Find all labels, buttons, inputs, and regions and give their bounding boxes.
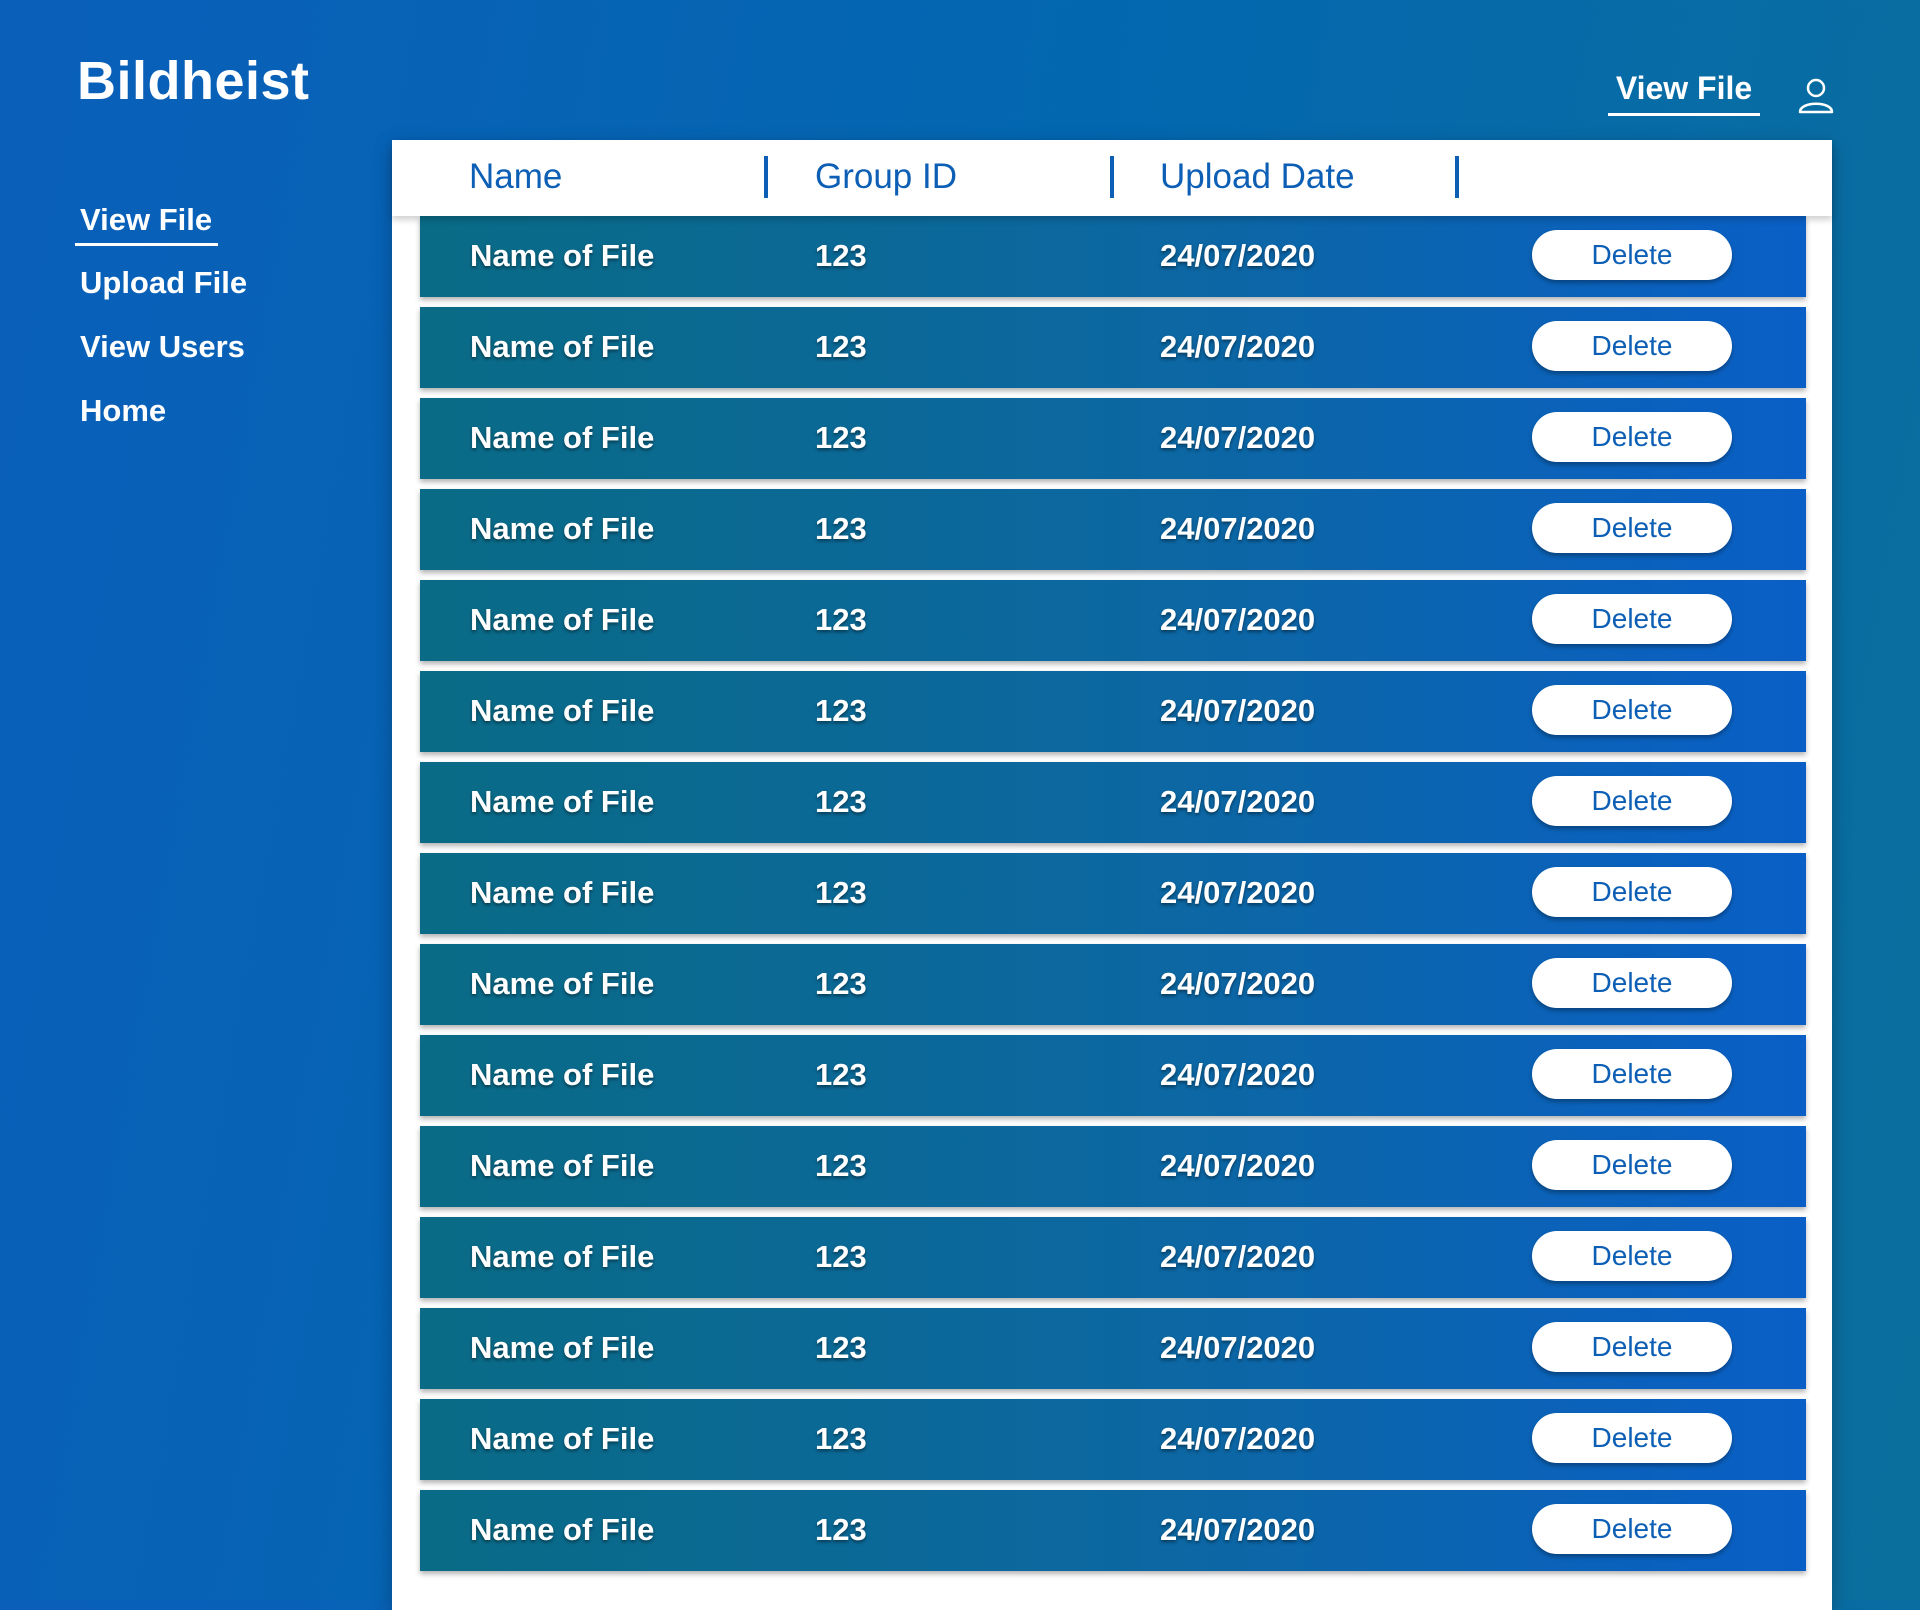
file-name-cell: Name of File: [470, 875, 655, 910]
column-divider: [764, 156, 768, 198]
file-name-cell: Name of File: [470, 1239, 655, 1274]
file-name-cell: Name of File: [470, 329, 655, 364]
group-id-cell: 123: [815, 329, 867, 364]
delete-button[interactable]: Delete: [1532, 1413, 1732, 1463]
column-divider: [1110, 156, 1114, 198]
group-id-cell: 123: [815, 420, 867, 455]
group-id-cell: 123: [815, 1421, 867, 1456]
upload-date-cell: 24/07/2020: [1160, 1057, 1316, 1092]
upload-date-cell: 24/07/2020: [1160, 511, 1316, 546]
file-name-cell: Name of File: [470, 784, 655, 819]
table-row: Name of File 123 24/07/2020 Delete: [420, 853, 1806, 934]
file-name-cell: Name of File: [470, 966, 655, 1001]
group-id-cell: 123: [815, 1330, 867, 1365]
user-icon[interactable]: [1797, 76, 1835, 114]
file-name-cell: Name of File: [470, 602, 655, 637]
group-id-cell: 123: [815, 1512, 867, 1547]
table-row: Name of File 123 24/07/2020 Delete: [420, 398, 1806, 479]
files-table: Name Group ID Upload Date Name of File 12…: [392, 140, 1832, 1610]
table-row: Name of File 123 24/07/2020 Delete: [420, 762, 1806, 843]
upload-date-cell: 24/07/2020: [1160, 1421, 1316, 1456]
upload-date-cell: 24/07/2020: [1160, 1148, 1316, 1183]
group-id-cell: 123: [815, 1057, 867, 1092]
table-row: Name of File 123 24/07/2020 Delete: [420, 944, 1806, 1025]
table-row: Name of File 123 24/07/2020 Delete: [420, 489, 1806, 570]
file-name-cell: Name of File: [470, 1057, 655, 1092]
upload-date-cell: 24/07/2020: [1160, 1512, 1316, 1547]
delete-button[interactable]: Delete: [1532, 503, 1732, 553]
file-name-cell: Name of File: [470, 1512, 655, 1547]
group-id-cell: 123: [815, 966, 867, 1001]
sidebar-nav: View File Upload File View Users Home: [75, 200, 325, 455]
delete-button[interactable]: Delete: [1532, 1322, 1732, 1372]
upload-date-cell: 24/07/2020: [1160, 420, 1316, 455]
delete-button[interactable]: Delete: [1532, 230, 1732, 280]
group-id-cell: 123: [815, 602, 867, 637]
file-name-cell: Name of File: [470, 1148, 655, 1183]
delete-button[interactable]: Delete: [1532, 867, 1732, 917]
table-header: Name Group ID Upload Date: [392, 140, 1832, 216]
file-name-cell: Name of File: [470, 1421, 655, 1456]
group-id-cell: 123: [815, 784, 867, 819]
table-body: Name of File 123 24/07/2020 Delete Name of F…: [420, 216, 1806, 1581]
upload-date-cell: 24/07/2020: [1160, 693, 1316, 728]
column-header-name[interactable]: Name: [469, 156, 562, 198]
table-row: Name of File 123 24/07/2020 Delete: [420, 307, 1806, 388]
upload-date-cell: 24/07/2020: [1160, 238, 1316, 273]
group-id-cell: 123: [815, 875, 867, 910]
table-row: Name of File 123 24/07/2020 Delete: [420, 671, 1806, 752]
delete-button[interactable]: Delete: [1532, 1231, 1732, 1281]
delete-button[interactable]: Delete: [1532, 1140, 1732, 1190]
column-header-upload-date[interactable]: Upload Date: [1160, 156, 1355, 198]
topbar-view-file-link[interactable]: View File: [1608, 70, 1760, 116]
group-id-cell: 123: [815, 238, 867, 273]
file-name-cell: Name of File: [470, 693, 655, 728]
file-name-cell: Name of File: [470, 511, 655, 546]
group-id-cell: 123: [815, 1148, 867, 1183]
upload-date-cell: 24/07/2020: [1160, 875, 1316, 910]
delete-button[interactable]: Delete: [1532, 1049, 1732, 1099]
delete-button[interactable]: Delete: [1532, 685, 1732, 735]
group-id-cell: 123: [815, 1239, 867, 1274]
upload-date-cell: 24/07/2020: [1160, 966, 1316, 1001]
delete-button[interactable]: Delete: [1532, 321, 1732, 371]
upload-date-cell: 24/07/2020: [1160, 784, 1316, 819]
sidebar-item-home[interactable]: Home: [75, 391, 325, 430]
table-row: Name of File 123 24/07/2020 Delete: [420, 1490, 1806, 1571]
upload-date-cell: 24/07/2020: [1160, 329, 1316, 364]
sidebar-item-view-users[interactable]: View Users: [75, 327, 325, 366]
group-id-cell: 123: [815, 693, 867, 728]
table-row: Name of File 123 24/07/2020 Delete: [420, 1126, 1806, 1207]
table-row: Name of File 123 24/07/2020 Delete: [420, 580, 1806, 661]
sidebar-item-view-file[interactable]: View File: [75, 200, 219, 246]
column-header-group-id[interactable]: Group ID: [815, 156, 957, 198]
sidebar-item-upload-file[interactable]: Upload File: [75, 263, 325, 302]
file-name-cell: Name of File: [470, 238, 655, 273]
column-divider: [1455, 156, 1459, 198]
delete-button[interactable]: Delete: [1532, 594, 1732, 644]
upload-date-cell: 24/07/2020: [1160, 1239, 1316, 1274]
table-row: Name of File 123 24/07/2020 Delete: [420, 216, 1806, 297]
delete-button[interactable]: Delete: [1532, 1504, 1732, 1554]
upload-date-cell: 24/07/2020: [1160, 1330, 1316, 1365]
delete-button[interactable]: Delete: [1532, 412, 1732, 462]
delete-button[interactable]: Delete: [1532, 958, 1732, 1008]
delete-button[interactable]: Delete: [1532, 776, 1732, 826]
app-brand: Bildheist: [77, 51, 310, 111]
table-row: Name of File 123 24/07/2020 Delete: [420, 1035, 1806, 1116]
file-name-cell: Name of File: [470, 1330, 655, 1365]
group-id-cell: 123: [815, 511, 867, 546]
table-row: Name of File 123 24/07/2020 Delete: [420, 1217, 1806, 1298]
file-name-cell: Name of File: [470, 420, 655, 455]
table-row: Name of File 123 24/07/2020 Delete: [420, 1308, 1806, 1389]
upload-date-cell: 24/07/2020: [1160, 602, 1316, 637]
table-row: Name of File 123 24/07/2020 Delete: [420, 1399, 1806, 1480]
